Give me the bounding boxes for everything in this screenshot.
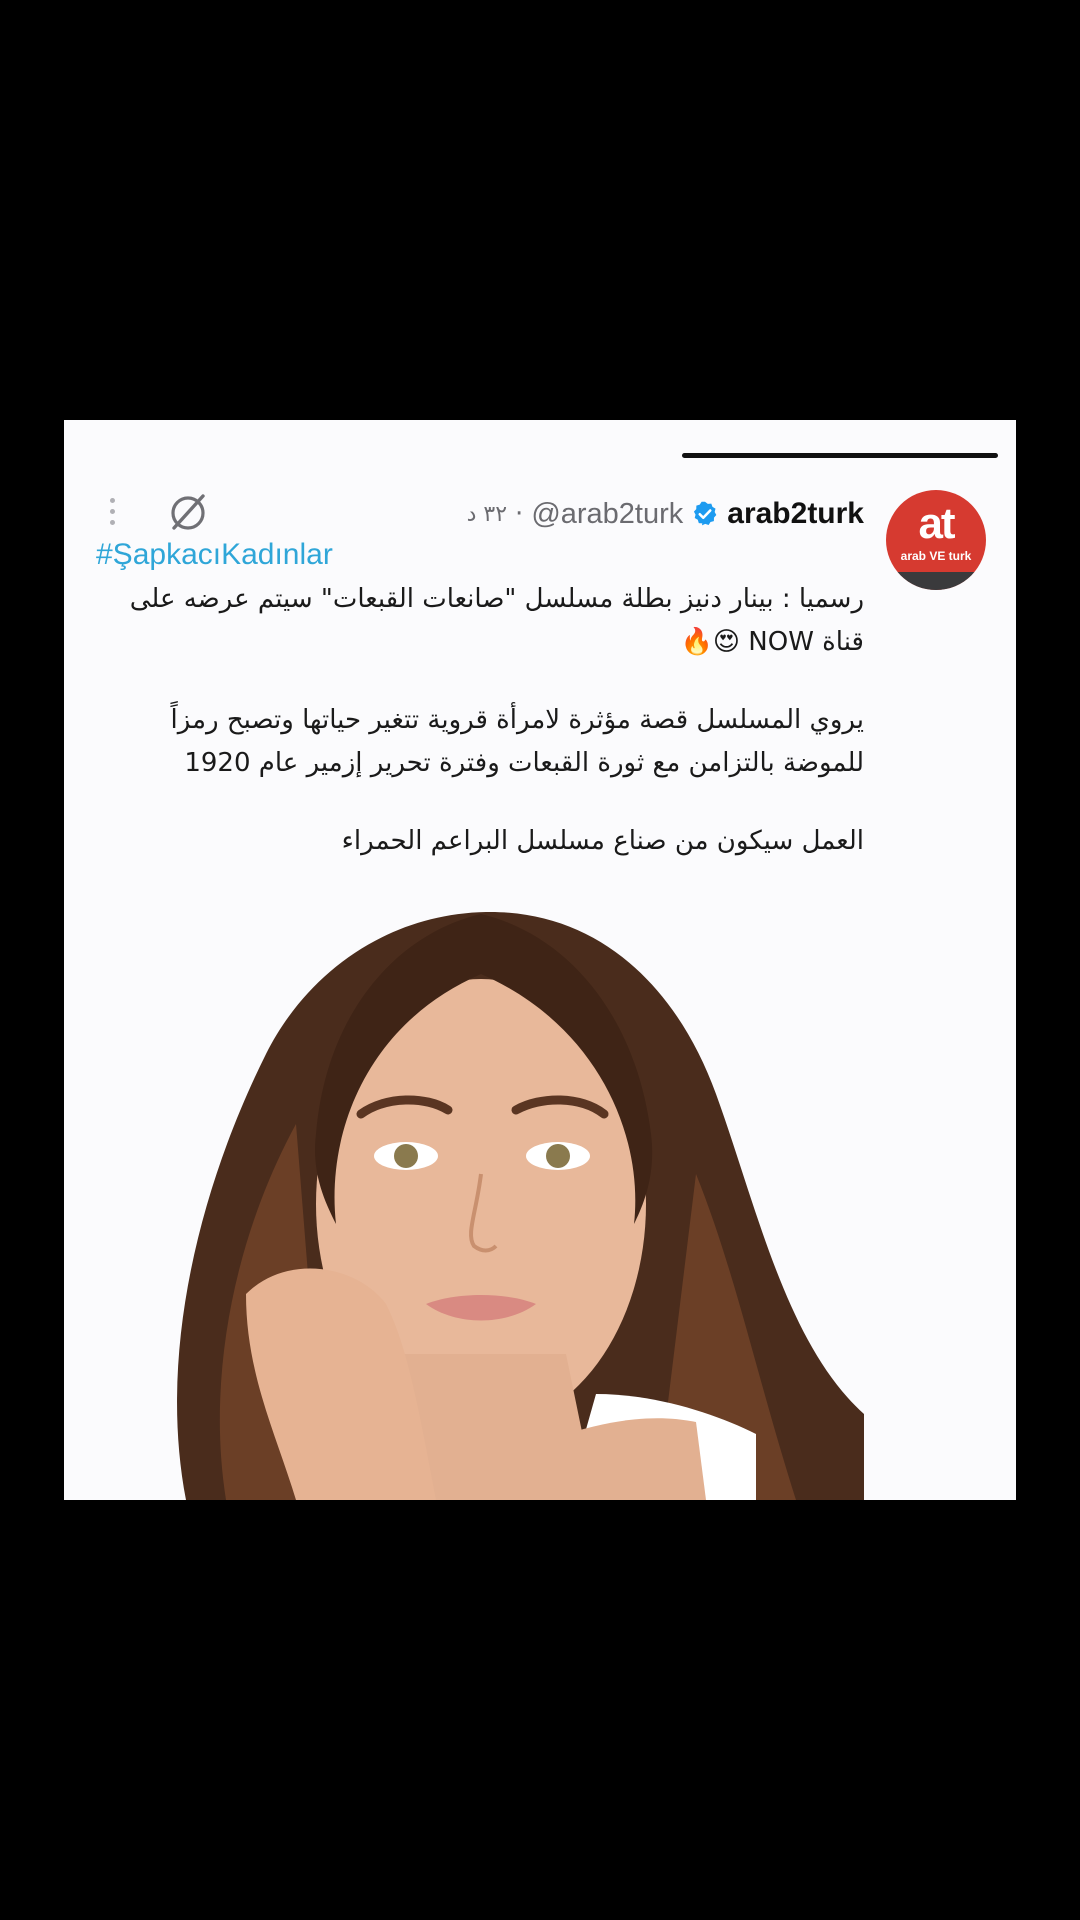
tweet-paragraph-1: رسميا : بينار دنيز بطلة مسلسل "صانعات ال… [129, 578, 864, 664]
tweet-text: رسميا : بينار دنيز بطلة مسلسل "صانعات ال… [129, 578, 864, 898]
display-name[interactable]: arab2turk [727, 497, 864, 531]
avatar-logo-mark: at [918, 499, 955, 548]
tweet-line: العمل سيكون من صناع مسلسل البراعم الحمرا… [341, 826, 864, 856]
tweet-photo[interactable] [96, 874, 864, 1500]
drag-handle[interactable] [682, 453, 998, 458]
avatar-logo-subtitle: arab VE turk [900, 549, 972, 563]
tweet-line: قناة NOW 😍🔥 [680, 627, 864, 657]
tweet-line: يروي المسلسل قصة مؤثرة لامرأة قروية تتغي… [170, 705, 864, 735]
avatar[interactable]: at arab VE turk [886, 490, 986, 590]
more-vertical-icon[interactable] [104, 494, 120, 532]
post-time[interactable]: ٣٢ د [467, 502, 507, 527]
tweet-card: at arab VE turk arab2turk @arab2turk · ٣… [64, 420, 1016, 1500]
grok-icon[interactable] [168, 492, 208, 532]
hashtag-link[interactable]: #ŞapkacıKadınlar [96, 538, 333, 572]
avatar-logo-band [886, 572, 986, 590]
tweet-line: للموضة بالتزامن مع ثورة القبعات وفترة تح… [184, 748, 864, 778]
separator-dot: · [515, 499, 524, 529]
user-handle[interactable]: @arab2turk [531, 498, 683, 531]
tweet-header: arab2turk @arab2turk · ٣٢ د [467, 492, 864, 536]
tweet-line: رسميا : بينار دنيز بطلة مسلسل "صانعات ال… [129, 584, 864, 614]
verified-badge-icon [694, 501, 717, 526]
tweet-paragraph-2: يروي المسلسل قصة مؤثرة لامرأة قروية تتغي… [144, 699, 864, 785]
tweet-paragraph-3: العمل سيكون من صناع مسلسل البراعم الحمرا… [144, 820, 864, 863]
